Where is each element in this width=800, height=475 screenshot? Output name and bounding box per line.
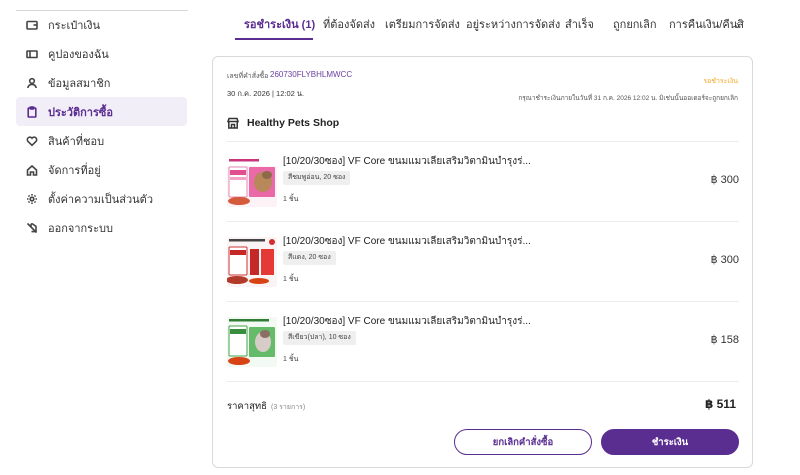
tab-to-ship[interactable]: ที่ต้องจัดส่ง [323, 12, 375, 40]
total-label: ราคาสุทธิ (3 รายการ) [227, 399, 305, 414]
item-count: (3 รายการ) [271, 404, 306, 411]
store-icon [227, 117, 239, 129]
clipboard-icon [26, 105, 38, 118]
product-thumbnail [227, 237, 277, 287]
sidebar-item-label: สินค้าที่ชอบ [48, 135, 105, 148]
sidebar-item-label: ตั้งค่าความเป็นส่วนตัว [48, 193, 154, 206]
sidebar-item-profile[interactable]: ข้อมูลสมาชิก [16, 68, 187, 97]
tab-completed[interactable]: สำเร็จ [565, 12, 594, 40]
product-price: ฿ 158 [710, 334, 739, 346]
order-item[interactable]: [10/20/30ซอง] VF Core ขนมแมวเลียเสริมวิต… [227, 149, 739, 219]
total-value: ฿ 511 [704, 397, 736, 411]
pay-button[interactable]: ชำระเงิน [601, 429, 739, 455]
order-number-label: เลขที่คำสั่งซื้อ [227, 73, 269, 80]
sidebar-item-addresses[interactable]: จัดการที่อยู่ [16, 155, 187, 184]
logout-icon [26, 222, 38, 234]
tab-refunds[interactable]: การคืนเงิน/คืนสิ [669, 12, 757, 40]
sidebar-item-purchase-history[interactable]: ประวัติการซื้อ [16, 97, 187, 126]
product-quantity: 1 ชิ้น [283, 196, 299, 203]
sidebar-item-label: จัดการที่อยู่ [48, 164, 101, 177]
product-price: ฿ 300 [710, 174, 739, 186]
tab-in-transit[interactable]: อยู่ระหว่างการจัดส่ง [466, 12, 560, 40]
divider [227, 301, 739, 302]
heart-icon [26, 135, 38, 147]
coupon-icon [26, 48, 38, 60]
order-number[interactable]: 260730FLYBHLMWCC [270, 70, 352, 79]
tab-awaiting-payment[interactable]: รอชำระเงิน (1) [244, 12, 315, 40]
product-variant: สีชมพูอ่อน, 20 ซอง [283, 171, 351, 185]
cancel-order-button[interactable]: ยกเลิกคำสั่งซื้อ [454, 429, 592, 455]
wallet-icon [26, 19, 38, 31]
product-quantity: 1 ชิ้น [283, 356, 299, 363]
shop-name: Healthy Pets Shop [247, 117, 340, 129]
product-thumbnail [227, 317, 277, 367]
payment-deadline-note: กรุณาชำระเงินภายในวันที่ 31 ก.ค. 2026 12… [518, 95, 738, 102]
home-icon [26, 164, 38, 176]
sidebar-item-coupons[interactable]: คูปองของฉัน [16, 39, 187, 68]
sidebar-item-label: กระเป๋าเงิน [48, 19, 101, 32]
divider [227, 221, 739, 222]
sidebar-item-logout[interactable]: ออกจากระบบ [16, 213, 187, 242]
product-thumbnail [227, 157, 277, 207]
product-variant: สีแดง, 20 ซอง [283, 251, 336, 265]
sidebar-item-label: ประวัติการซื้อ [48, 106, 113, 119]
product-price: ฿ 300 [710, 254, 739, 266]
sidebar-item-favorites[interactable]: สินค้าที่ชอบ [16, 126, 187, 155]
product-variant: สีเขียว(ปลา), 10 ซอง [283, 331, 356, 345]
total-label-text: ราคาสุทธิ [227, 401, 267, 412]
chevron-right-icon[interactable]: › [736, 18, 740, 32]
active-tab-indicator [235, 38, 313, 40]
shop-header[interactable]: Healthy Pets Shop [227, 117, 339, 129]
tab-preparing[interactable]: เตรียมการจัดส่ง [385, 12, 460, 40]
sidebar-item-label: ข้อมูลสมาชิก [48, 77, 111, 90]
user-icon [26, 77, 38, 89]
divider [227, 381, 739, 382]
gear-icon [26, 193, 38, 205]
product-title[interactable]: [10/20/30ซอง] VF Core ขนมแมวเลียเสริมวิต… [283, 234, 531, 249]
sidebar-item-privacy-settings[interactable]: ตั้งค่าความเป็นส่วนตัว [16, 184, 187, 213]
divider [227, 141, 739, 142]
sidebar-item-label: ออกจากระบบ [48, 222, 113, 235]
order-date: 30 ก.ค. 2026 | 12:02 น. [227, 89, 305, 98]
status-badge: รอชำระเงิน [703, 78, 738, 85]
order-card: เลขที่คำสั่งซื้อ 260730FLYBHLMWCC 30 ก.ค… [212, 56, 753, 468]
order-item[interactable]: [10/20/30ซอง] VF Core ขนมแมวเลียเสริมวิต… [227, 309, 739, 379]
tab-cancelled[interactable]: ถูกยกเลิก [613, 12, 657, 40]
sidebar-item-wallet[interactable]: กระเป๋าเงิน [16, 10, 187, 39]
sidebar-item-label: คูปองของฉัน [48, 48, 109, 61]
order-item[interactable]: [10/20/30ซอง] VF Core ขนมแมวเลียเสริมวิต… [227, 229, 739, 299]
product-title[interactable]: [10/20/30ซอง] VF Core ขนมแมวเลียเสริมวิต… [283, 314, 531, 329]
product-quantity: 1 ชิ้น [283, 276, 299, 283]
product-title[interactable]: [10/20/30ซอง] VF Core ขนมแมวเลียเสริมวิต… [283, 154, 531, 169]
